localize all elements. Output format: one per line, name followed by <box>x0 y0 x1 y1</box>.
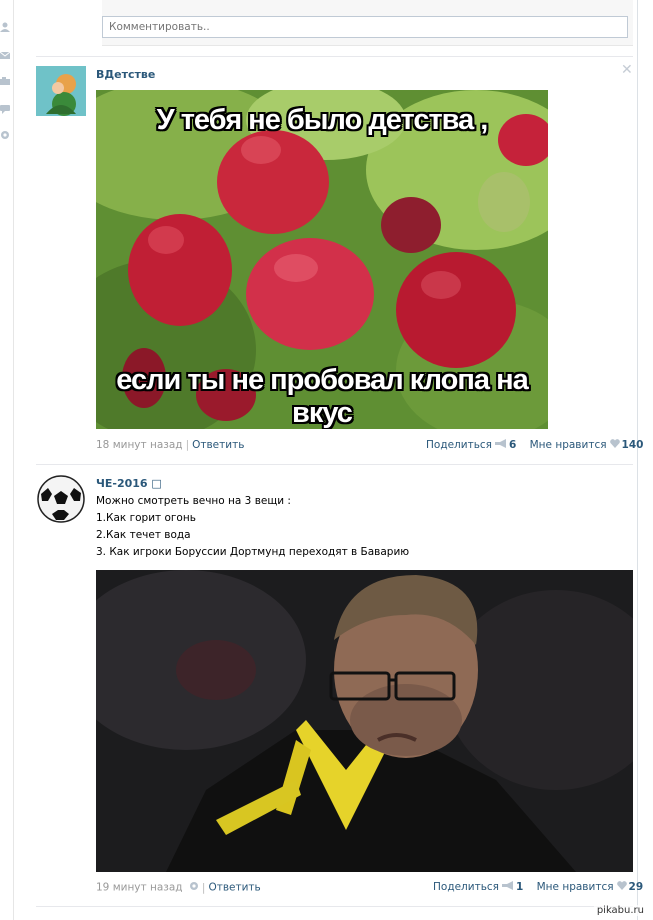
feed-border <box>637 0 638 920</box>
message-icon[interactable] <box>0 104 10 114</box>
watermark: pikabu.ru <box>593 905 647 916</box>
share-label: Поделиться <box>433 881 499 893</box>
post-author[interactable]: ВДетстве <box>96 68 155 81</box>
like-count: 29 <box>628 881 644 893</box>
meme-caption-top: У тебя не было детства , <box>156 104 489 136</box>
post-image[interactable]: У тебя не было детства , если ты не проб… <box>96 90 548 429</box>
post-text-line: 1.Как горит огонь <box>96 512 196 524</box>
post-image[interactable] <box>96 570 633 872</box>
post-text-line: 3. Как игроки Боруссии Дортмунд переходя… <box>96 546 410 558</box>
post-actions: Поделиться 6 Мне нравится 140 <box>426 439 643 451</box>
meme-caption-bottom: если ты не пробовал клопа на вкус <box>116 364 529 429</box>
share-button[interactable]: Поделиться 1 <box>433 881 523 893</box>
share-button[interactable]: Поделиться 6 <box>426 439 516 451</box>
post-text-line: Можно смотреть вечно на 3 вещи : <box>96 495 291 507</box>
settings-icon[interactable] <box>0 130 10 140</box>
post-actions: Поделиться 1 Мне нравится 29 <box>433 881 643 893</box>
reply-link[interactable]: Ответить <box>192 439 244 451</box>
reply-link[interactable]: Ответить <box>208 882 260 894</box>
divider <box>36 906 633 907</box>
comment-input[interactable] <box>102 16 628 38</box>
megaphone-icon <box>501 881 514 893</box>
megaphone-icon <box>494 439 507 451</box>
post-author[interactable]: ЧЕ-2016 □ <box>96 477 162 490</box>
divider <box>36 464 633 465</box>
post-time[interactable]: 19 минут назад <box>96 882 183 894</box>
gear-icon[interactable] <box>189 881 199 894</box>
comment-area <box>102 0 633 46</box>
share-count: 1 <box>515 881 524 893</box>
avatar[interactable] <box>36 66 86 116</box>
post-meta: 18 минут назад | Ответить <box>96 439 245 451</box>
heart-icon <box>609 439 620 451</box>
like-label: Мне нравится <box>536 881 614 893</box>
photo-icon[interactable] <box>0 76 10 86</box>
close-icon[interactable]: ✕ <box>621 62 633 78</box>
like-count: 140 <box>621 439 644 451</box>
user-icon[interactable] <box>0 22 10 32</box>
post-meta: 19 минут назад | Ответить <box>96 881 261 894</box>
like-button[interactable]: Мне нравится 140 <box>530 439 644 451</box>
post-time[interactable]: 18 минут назад <box>96 439 183 451</box>
like-label: Мне нравится <box>529 439 607 451</box>
like-button[interactable]: Мне нравится 29 <box>537 881 644 893</box>
coach-photo <box>96 570 633 872</box>
share-count: 6 <box>508 439 517 451</box>
heart-icon <box>616 881 627 893</box>
post-text: Можно смотреть вечно на 3 вещи : 1.Как г… <box>96 493 409 561</box>
mail-icon[interactable] <box>0 50 10 60</box>
divider <box>36 56 633 57</box>
avatar[interactable] <box>36 474 86 524</box>
share-label: Поделиться <box>426 439 492 451</box>
post-text-line: 2.Как течет вода <box>96 529 191 541</box>
left-nav <box>0 0 14 920</box>
